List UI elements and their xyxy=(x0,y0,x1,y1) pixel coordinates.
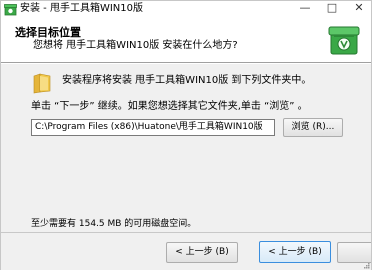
installer-window: 安装 - 甩手工具箱WIN10版 — □ ✕ 选择目标位置 您想将 甩手工具箱W… xyxy=(0,0,372,270)
back-button[interactable]: < 上一步 (B) xyxy=(166,242,238,263)
maximize-button[interactable]: □ xyxy=(320,1,344,17)
wizard-footer: < 上一步 (B) < 上一步 (B) xyxy=(1,232,371,270)
resize-grip-icon[interactable] xyxy=(363,262,370,269)
title-bar[interactable]: 安装 - 甩手工具箱WIN10版 — □ ✕ xyxy=(1,1,371,19)
install-intro-text: 安装程序将安装 甩手工具箱WIN10版 到下列文件夹中。 xyxy=(62,75,312,86)
browse-button[interactable]: 浏览 (R)... xyxy=(283,118,343,137)
disk-space-text: 至少需要有 154.5 MB 的可用磁盘空间。 xyxy=(31,219,197,229)
minimize-button[interactable]: — xyxy=(293,1,317,17)
instruction-text: 单击 “下一步” 继续。如果您想选择其它文件夹,单击 “浏览” 。 xyxy=(31,101,308,112)
page-subtitle: 您想将 甩手工具箱WIN10版 安装在什么地方? xyxy=(33,40,238,51)
green-box-installer-icon xyxy=(328,26,360,55)
page-title: 选择目标位置 xyxy=(15,26,81,39)
folder-icon xyxy=(33,73,51,94)
close-button[interactable]: ✕ xyxy=(347,1,371,17)
cancel-button[interactable] xyxy=(337,242,371,263)
wizard-body: 安装程序将安装 甩手工具箱WIN10版 到下列文件夹中。 单击 “下一步” 继续… xyxy=(1,64,371,232)
next-button[interactable]: < 上一步 (B) xyxy=(259,241,331,263)
window-title: 安装 - 甩手工具箱WIN10版 xyxy=(20,3,144,14)
wizard-header: 选择目标位置 您想将 甩手工具箱WIN10版 安装在什么地方? xyxy=(1,19,371,63)
install-path-field[interactable]: C:\Program Files (x86)\Huatone\甩手工具箱WIN1… xyxy=(31,119,275,136)
installer-app-icon xyxy=(4,4,17,16)
